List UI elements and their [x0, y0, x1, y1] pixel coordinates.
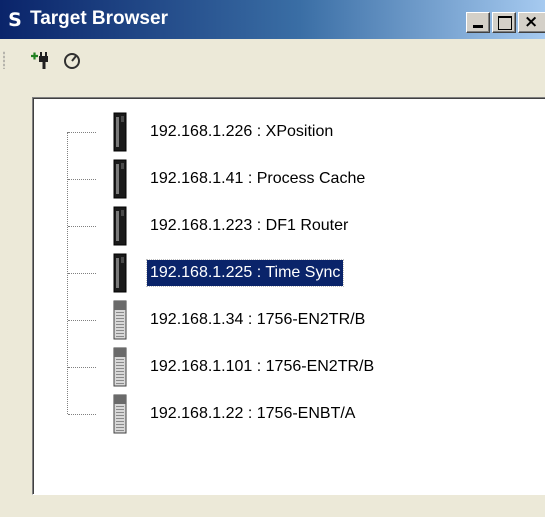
target-tree[interactable]: 192.168.1.226 : XPosition 192.168.1.41 : …	[32, 97, 545, 495]
close-icon: ×	[524, 12, 539, 32]
add-target-button[interactable]	[30, 50, 50, 70]
tree-item[interactable]: 192.168.1.101 : 1756-EN2TR/B	[33, 347, 533, 387]
tree-item-label[interactable]: 192.168.1.223 : DF1 Router	[147, 213, 351, 239]
tree-item-label[interactable]: 192.168.1.34 : 1756-EN2TR/B	[147, 307, 368, 333]
toolbar	[0, 39, 545, 79]
tree-item[interactable]: 192.168.1.226 : XPosition	[33, 112, 533, 152]
dark-device-icon	[113, 206, 127, 246]
tree-branch-line	[68, 273, 96, 274]
refresh-icon	[64, 53, 80, 69]
tree-branch-line	[68, 132, 96, 133]
light-device-icon	[113, 347, 127, 387]
tree-item[interactable]: 192.168.1.225 : Time Sync	[33, 253, 533, 293]
tree-item[interactable]: 192.168.1.22 : 1756-ENBT/A	[33, 394, 533, 434]
tree-item-label[interactable]: 192.168.1.226 : XPosition	[147, 119, 336, 145]
close-button[interactable]: ×	[518, 12, 545, 33]
minimize-icon	[473, 25, 483, 28]
minimize-button[interactable]	[466, 12, 490, 33]
tree-branch-line	[68, 414, 96, 415]
light-device-icon	[113, 394, 127, 434]
tree-item-label[interactable]: 192.168.1.101 : 1756-EN2TR/B	[147, 354, 377, 380]
tree-item[interactable]: 192.168.1.223 : DF1 Router	[33, 206, 533, 246]
dark-device-icon	[113, 159, 127, 199]
window-title: Target Browser	[30, 8, 168, 29]
add-target-icon	[31, 52, 48, 69]
tree-item[interactable]: 192.168.1.41 : Process Cache	[33, 159, 533, 199]
tree-item-label[interactable]: 192.168.1.22 : 1756-ENBT/A	[147, 401, 358, 427]
tree-item-label[interactable]: 192.168.1.41 : Process Cache	[147, 166, 368, 192]
light-device-icon	[113, 300, 127, 340]
tree-branch-line	[68, 179, 96, 180]
dark-device-icon	[113, 253, 127, 293]
refresh-button[interactable]	[62, 50, 82, 70]
tree-branch-line	[68, 367, 96, 368]
title-bar[interactable]: S Target Browser ×	[0, 0, 545, 39]
maximize-button[interactable]	[492, 12, 516, 33]
maximize-icon	[498, 16, 512, 30]
tree-item-label[interactable]: 192.168.1.225 : Time Sync	[145, 259, 345, 287]
app-icon: S	[8, 9, 22, 31]
dark-device-icon	[113, 112, 127, 152]
tree-branch-line	[68, 226, 96, 227]
toolbar-grip[interactable]	[3, 51, 5, 69]
tree-item[interactable]: 192.168.1.34 : 1756-EN2TR/B	[33, 300, 533, 340]
tree-branch-line	[68, 320, 96, 321]
